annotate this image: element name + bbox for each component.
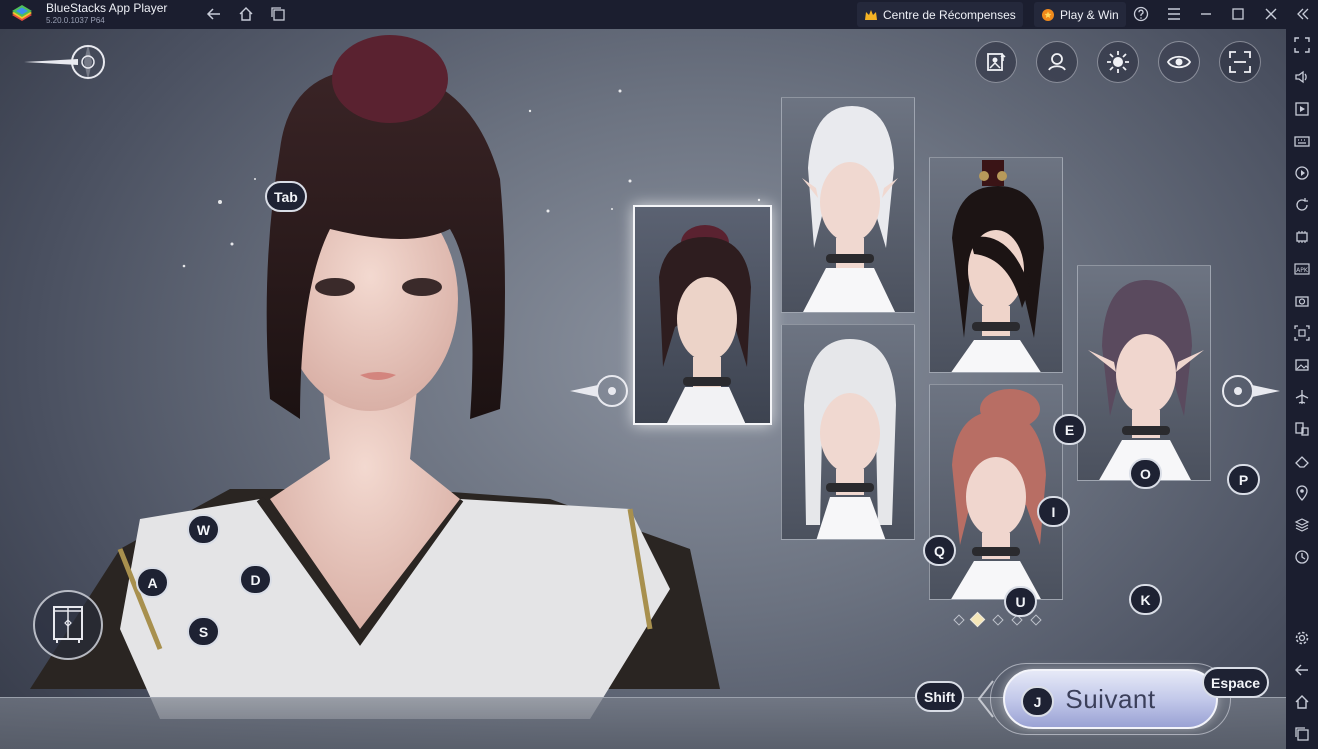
preset-tile-4[interactable]	[781, 324, 915, 540]
key-k[interactable]: K	[1129, 584, 1162, 615]
back-icon[interactable]	[205, 5, 223, 23]
rotate-icon[interactable]	[1293, 196, 1311, 214]
android-back-icon[interactable]	[1293, 661, 1311, 679]
preset-tile-6[interactable]	[1077, 265, 1211, 481]
location-icon[interactable]	[1293, 484, 1311, 502]
multi-instance-icon[interactable]	[269, 5, 287, 23]
key-e[interactable]: E	[1053, 414, 1086, 445]
bluestacks-window: BlueStacks App Player 5.20.0.1037 P64 Ce…	[0, 0, 1318, 749]
airplane-icon[interactable]	[1293, 388, 1311, 406]
media-icon[interactable]	[1293, 100, 1311, 118]
key-w[interactable]: W	[187, 514, 220, 545]
game-viewport[interactable]: Suivant Tab W A D S E O P I Q U K Shift …	[0, 29, 1286, 749]
home-icon[interactable]	[237, 5, 255, 23]
fullscreen-icon[interactable]	[1293, 36, 1311, 54]
preset-tile-1[interactable]	[633, 205, 772, 425]
preset-portrait-5	[951, 389, 1046, 599]
preset-portrait-2	[802, 106, 898, 312]
gallery-icon[interactable]	[1293, 356, 1311, 374]
preset-portrait-6	[1088, 280, 1204, 480]
key-o[interactable]: O	[1129, 458, 1162, 489]
right-sidebar: APK	[1286, 29, 1318, 749]
face-icon	[1048, 53, 1066, 71]
key-d[interactable]: D	[239, 564, 272, 595]
macro-icon[interactable]	[1293, 164, 1311, 182]
play-win-button[interactable]: Play & Win	[1034, 2, 1126, 27]
help-icon[interactable]	[1131, 4, 1151, 24]
photo-upload-icon	[987, 53, 1006, 71]
sun-icon	[1107, 51, 1129, 73]
preset-tile-5[interactable]	[929, 384, 1063, 600]
photo-button[interactable]	[975, 41, 1017, 83]
scan-frame-icon	[1229, 51, 1251, 73]
key-a[interactable]: A	[136, 567, 169, 598]
preset-portrait-1	[659, 225, 751, 423]
lighting-button[interactable]	[1097, 41, 1139, 83]
preset-portrait-4	[804, 339, 896, 539]
multi-window-icon[interactable]	[1293, 420, 1311, 438]
preset-portrait-3	[951, 160, 1044, 372]
eye-icon	[1167, 55, 1191, 69]
svg-text:APK: APK	[1296, 267, 1309, 274]
key-tab[interactable]: Tab	[265, 181, 307, 212]
android-home-icon[interactable]	[1293, 693, 1311, 711]
coin-icon	[1042, 8, 1054, 21]
view-toggle-button[interactable]	[1158, 41, 1200, 83]
key-p[interactable]: P	[1227, 464, 1260, 495]
app-title: BlueStacks App Player	[46, 1, 168, 15]
play-win-label: Play & Win	[1060, 7, 1119, 22]
key-q[interactable]: Q	[923, 535, 956, 566]
preset-tile-3[interactable]	[929, 157, 1063, 373]
keyboard-icon[interactable]	[1293, 132, 1311, 150]
apk-install-icon[interactable]: APK	[1293, 260, 1311, 278]
preset-tile-2[interactable]	[781, 97, 915, 313]
eraser-icon[interactable]	[1293, 452, 1311, 470]
volume-icon[interactable]	[1293, 68, 1311, 86]
app-version: 5.20.0.1037 P64	[46, 16, 105, 25]
record-icon[interactable]	[1293, 324, 1311, 342]
key-j[interactable]: J	[1021, 686, 1054, 717]
performance-icon[interactable]	[1293, 228, 1311, 246]
collapse-sidebar-icon[interactable]	[1293, 4, 1313, 24]
wardrobe-icon	[53, 606, 83, 643]
settings-gear-icon[interactable]	[1293, 629, 1311, 647]
appearance-button[interactable]	[1036, 41, 1078, 83]
bluestacks-logo-icon	[12, 5, 32, 21]
key-i[interactable]: I	[1037, 496, 1070, 527]
maximize-icon[interactable]	[1228, 4, 1248, 24]
title-bar: BlueStacks App Player 5.20.0.1037 P64 Ce…	[0, 0, 1318, 29]
minimize-icon[interactable]	[1196, 4, 1216, 24]
menu-icon[interactable]	[1164, 4, 1184, 24]
key-u[interactable]: U	[1004, 586, 1037, 617]
left-chevron-ornament-icon	[977, 680, 994, 718]
previous-preset-arrow-icon[interactable]	[568, 365, 632, 417]
wardrobe-button[interactable]	[33, 590, 103, 660]
android-recents-icon[interactable]	[1293, 725, 1311, 743]
layers-icon[interactable]	[1293, 516, 1311, 534]
key-space[interactable]: Espace	[1202, 667, 1270, 698]
rewards-label: Centre de Récompenses	[883, 7, 1016, 22]
key-s[interactable]: S	[187, 616, 220, 647]
eco-mode-icon[interactable]	[1293, 548, 1311, 566]
screenshot-icon[interactable]	[1293, 292, 1311, 310]
crown-icon	[865, 9, 877, 20]
key-shift[interactable]: Shift	[915, 681, 965, 712]
rewards-button[interactable]: Centre de Récompenses	[857, 2, 1023, 27]
close-icon[interactable]	[1261, 4, 1281, 24]
next-preset-arrow-icon[interactable]	[1218, 365, 1282, 417]
fullscreen-capture-button[interactable]	[1219, 41, 1261, 83]
